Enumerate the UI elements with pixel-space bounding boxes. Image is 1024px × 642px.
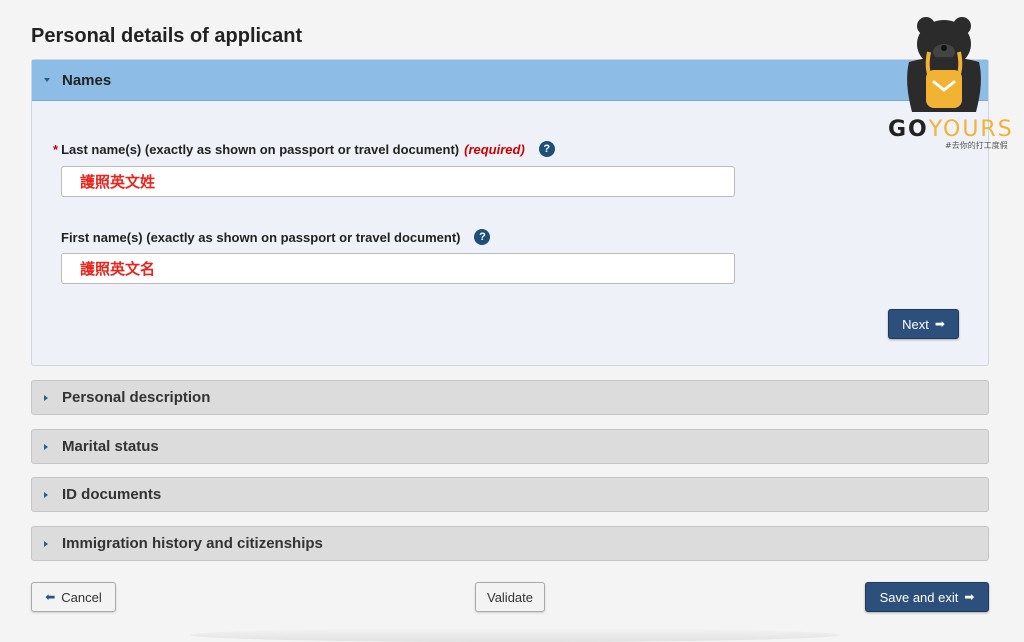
section-title: Immigration history and citizenships xyxy=(62,535,323,552)
first-name-label: First name(s) (exactly as shown on passp… xyxy=(61,229,491,245)
section-title: ID documents xyxy=(62,486,162,503)
cancel-button-label: Cancel xyxy=(61,589,102,605)
names-panel-title: Names xyxy=(62,71,112,89)
required-text: (required) xyxy=(464,141,525,157)
validate-button-label: Validate xyxy=(486,589,533,605)
help-icon[interactable]: ? xyxy=(474,229,491,245)
help-icon[interactable]: ? xyxy=(538,141,555,157)
section-immigration-history[interactable]: Immigration history and citizenships xyxy=(31,526,989,561)
save-and-exit-button[interactable]: Save and exit ➡ xyxy=(865,582,989,612)
caret-right-icon xyxy=(44,540,48,547)
save-and-exit-label: Save and exit xyxy=(879,589,959,605)
caret-right-icon xyxy=(44,394,48,401)
logo-wordmark: GOYOURS xyxy=(888,117,1014,142)
caret-down-icon xyxy=(44,78,50,82)
caret-right-icon xyxy=(44,491,48,498)
required-star: * xyxy=(53,141,59,157)
last-name-label-text: Last name(s) (exactly as shown on passpo… xyxy=(61,141,460,157)
section-personal-description[interactable]: Personal description xyxy=(31,380,989,415)
section-title: Marital status xyxy=(62,438,159,455)
last-name-label: * Last name(s) (exactly as shown on pass… xyxy=(53,141,555,157)
logo-yours: YOURS xyxy=(928,117,1014,142)
section-title: Personal description xyxy=(62,389,211,406)
last-name-input[interactable]: 護照英文姓 xyxy=(61,166,735,197)
next-button-label: Next xyxy=(902,316,929,332)
section-id-documents[interactable]: ID documents xyxy=(31,477,989,512)
arrow-left-icon: ⬅ xyxy=(45,590,56,604)
bottom-shadow xyxy=(190,628,840,642)
logo-tagline: #去你的打工度假 xyxy=(945,141,1008,150)
arrow-right-icon: ➡ xyxy=(934,317,945,331)
validate-button[interactable]: Validate xyxy=(475,582,545,612)
names-panel-header[interactable]: Names xyxy=(32,60,988,101)
page-title: Personal details of applicant xyxy=(31,25,303,47)
names-panel: Names * Last name(s) (exactly as shown o… xyxy=(31,59,989,366)
caret-right-icon xyxy=(44,443,48,450)
section-marital-status[interactable]: Marital status xyxy=(31,429,989,464)
next-button[interactable]: Next ➡ xyxy=(888,309,959,339)
logo-go: GO xyxy=(888,117,929,142)
arrow-right-icon: ➡ xyxy=(964,590,975,604)
first-name-label-text: First name(s) (exactly as shown on passp… xyxy=(61,229,461,245)
cancel-button[interactable]: ⬅ Cancel xyxy=(31,582,116,612)
first-name-input[interactable]: 護照英文名 xyxy=(61,253,735,284)
